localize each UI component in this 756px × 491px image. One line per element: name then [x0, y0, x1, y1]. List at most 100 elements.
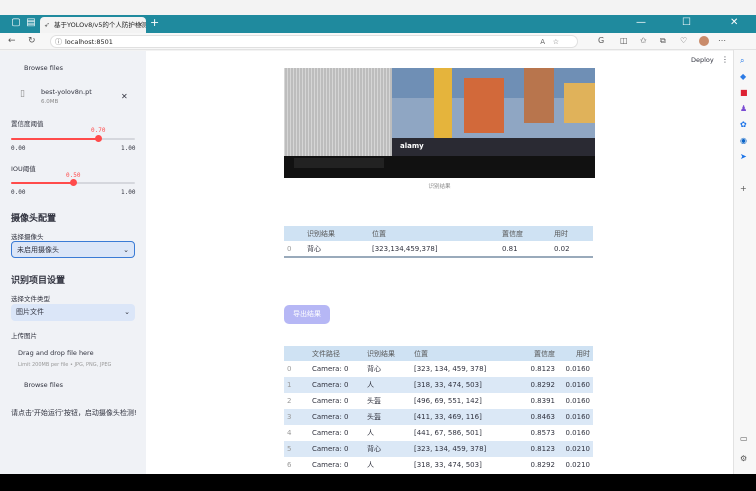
column-header[interactable]: 置信度	[518, 346, 558, 361]
table-cell: 0.02	[554, 244, 570, 253]
filetype-select-label: 选择文件类型	[11, 295, 50, 303]
table-cell: [323, 134, 459, 378]	[414, 365, 487, 373]
upload-label: 上传图片	[11, 332, 37, 340]
new-tab-icon[interactable]: +	[150, 17, 159, 29]
browser-essentials-icon[interactable]: ♡	[680, 36, 687, 46]
filetype-select[interactable]: 图片文件 ⌄	[11, 304, 135, 321]
iou-slider[interactable]	[11, 179, 135, 186]
streamlit-sidebar: Browse files ▯ best-yolov8n.pt 6.0MB ✕ 置…	[0, 51, 146, 474]
file-dropzone[interactable]: Drag and drop file here Limit 200MB per …	[11, 341, 135, 376]
filetype-select-value: 图片文件	[16, 308, 44, 316]
more-menu-icon[interactable]: ⋯	[718, 36, 726, 46]
table-cell: Camera: 0	[309, 441, 364, 457]
taskbar	[0, 474, 756, 491]
send-icon[interactable]: ➤	[740, 152, 747, 162]
screen-icon[interactable]: ▭	[740, 434, 748, 444]
row-index: 4	[287, 429, 292, 437]
confidence-slider-thumb[interactable]	[94, 135, 102, 142]
project-section-heading: 识别项目设置	[11, 276, 66, 286]
info-icon[interactable]: ⓘ	[55, 36, 62, 48]
table-cell: 背心	[307, 244, 321, 253]
favorite-star-icon[interactable]: ☆	[553, 36, 559, 48]
shopping-icon[interactable]: ■	[740, 88, 748, 98]
extension-icon[interactable]: G	[598, 36, 604, 46]
confidence-label: 置信度阈值	[11, 120, 44, 128]
read-aloud-icon[interactable]: A	[540, 36, 545, 48]
minimize-icon[interactable]: —	[636, 17, 646, 29]
iou-min: 0.00	[11, 189, 26, 196]
column-header[interactable]: 置信度	[499, 226, 551, 241]
image-watermark: alamy	[400, 142, 424, 150]
table-cell: Camera: 0	[312, 365, 349, 373]
column-header[interactable]: 用时	[558, 346, 593, 361]
browser-window: ▢ ▤ ➶ 基于YOLOv8/v5的个人防护检测 ✕ + — ☐ ✕ ← ↻ ⓘ…	[0, 0, 756, 491]
camera-select-label: 选择摄像头	[11, 233, 44, 241]
camera-select-value: 未启用摄像头	[17, 246, 59, 254]
table-cell: [441, 67, 586, 501]	[414, 429, 482, 437]
tab-actions-icon[interactable]: ▤	[25, 17, 37, 29]
table-cell: [323, 134, 459, 378]	[411, 441, 518, 457]
refresh-icon[interactable]: ↻	[28, 35, 36, 47]
row-index: 2	[287, 397, 292, 405]
main-menu-icon[interactable]: ⋮	[721, 55, 729, 64]
main-content: Deploy ⋮ alamy 识别结果 识别结果 位置 置信度 用时 0 背心 …	[146, 51, 733, 474]
favorites-icon[interactable]: ✩	[640, 36, 647, 46]
drag-drop-text: Drag and drop file here	[18, 349, 94, 357]
tools-icon[interactable]: ✿	[740, 120, 747, 130]
collections-icon[interactable]: ⧉	[660, 36, 666, 46]
active-tab[interactable]: ➶ 基于YOLOv8/v5的个人防护检测 ✕	[40, 17, 146, 33]
streamlit-icon: ➶	[44, 21, 50, 29]
table-cell: 0.0160	[558, 409, 593, 425]
profile-icon[interactable]: ▢	[10, 17, 22, 29]
table-cell: Camera: 0	[309, 377, 364, 393]
camera-select[interactable]: 未启用摄像头 ⌄	[11, 241, 135, 258]
chevron-down-icon: ⌄	[123, 246, 129, 254]
split-screen-icon[interactable]: ◫	[620, 36, 628, 46]
column-header[interactable]: 识别结果	[304, 226, 369, 241]
column-header[interactable]: 位置	[369, 226, 499, 241]
table-cell: [411, 33, 469, 116]	[411, 409, 518, 425]
tab-bar: ▢ ▤ ➶ 基于YOLOv8/v5的个人防护检测 ✕ + — ☐ ✕	[0, 15, 756, 33]
chevron-down-icon: ⌄	[124, 308, 130, 316]
export-results-button[interactable]: 导出结果	[284, 305, 330, 324]
maximize-icon[interactable]: ☐	[682, 17, 691, 29]
settings-gear-icon[interactable]: ⚙	[740, 454, 747, 464]
games-icon[interactable]: ♟	[740, 104, 747, 114]
row-index: 3	[284, 409, 309, 425]
table-cell: 头盔	[367, 397, 381, 405]
image-caption: 识别结果	[428, 184, 451, 190]
browse-files-button-top[interactable]: Browse files	[24, 64, 63, 72]
table-row: 5 Camera: 0 背心 [323, 134, 459, 378] 0.8123 0.…	[284, 441, 593, 457]
discover-icon[interactable]: ◆	[740, 72, 746, 82]
deploy-button[interactable]: Deploy	[691, 56, 714, 64]
avatar[interactable]	[699, 36, 709, 46]
table-row: 1 Camera: 0 人 [318, 33, 474, 503] 0.8292 0.01…	[284, 377, 593, 393]
add-icon[interactable]: +	[740, 184, 747, 194]
camera-hint: 请点击'开始运行'按钮，启动摄像头检测!	[11, 409, 137, 417]
column-header[interactable]: 文件路径	[309, 346, 364, 361]
camera-frame-picture	[284, 68, 595, 178]
table-cell: [496, 69, 551, 142]	[414, 397, 482, 405]
table-row: 0 Camera: 0 背心 [323, 134, 459, 378] 0.8123 0.…	[284, 361, 593, 377]
column-header[interactable]: 用时	[551, 226, 593, 241]
iou-slider-thumb[interactable]	[70, 179, 77, 186]
iou-value: 0.50	[66, 172, 81, 179]
table-cell: 0.8463	[518, 409, 558, 425]
column-header[interactable]: 识别结果	[364, 346, 411, 361]
column-header[interactable]: 位置	[411, 346, 518, 361]
close-window-icon[interactable]: ✕	[730, 17, 738, 29]
close-tab-icon[interactable]: ✕	[137, 17, 143, 33]
table-cell: 人	[367, 461, 374, 469]
back-icon[interactable]: ←	[8, 35, 16, 47]
outlook-icon[interactable]: ◉	[740, 136, 747, 146]
search-icon[interactable]: ⌕	[740, 56, 744, 66]
remove-file-icon[interactable]: ✕	[121, 92, 128, 101]
table-row: 6 Camera: 0 人 [318, 33, 474, 503] 0.8292 0.02…	[284, 457, 593, 473]
table-cell: 背心	[367, 365, 381, 373]
row-index: 6	[287, 461, 292, 469]
table-cell: [323,134,459,378]	[372, 244, 438, 253]
browse-files-button[interactable]: Browse files	[24, 381, 63, 389]
url-field[interactable]: ⓘ localhost:8501 A ☆	[50, 35, 578, 48]
confidence-slider[interactable]	[11, 135, 135, 142]
table-cell: 0.81	[502, 244, 518, 253]
